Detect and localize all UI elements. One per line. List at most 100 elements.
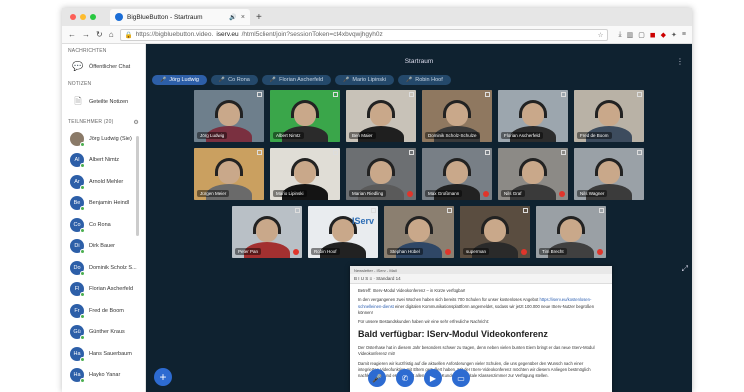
participant-item[interactable]: Do Dominik Scholz S...	[62, 257, 145, 279]
webcam-tile[interactable]: Marian Riedling	[346, 148, 416, 200]
online-status-icon	[80, 378, 85, 384]
webcam-tile[interactable]: Ben Maier	[346, 90, 416, 142]
library-icon[interactable]: ▥	[627, 31, 634, 39]
talking-chip[interactable]: 🎤 Mario Lipinski	[335, 75, 394, 85]
reload-icon[interactable]: ↻	[96, 30, 103, 39]
participant-item[interactable]: Fl Florian Ascherfeld	[62, 279, 145, 301]
fullscreen-tile-icon[interactable]	[523, 208, 528, 213]
microphone-button[interactable]: 🎤	[368, 369, 386, 387]
webcam-tile[interactable]: superman	[460, 206, 530, 258]
extension-red-icon[interactable]: ◆	[661, 31, 666, 39]
fullscreen-tile-icon[interactable]	[409, 150, 414, 155]
avatar-initials: Al	[74, 157, 80, 164]
fullscreen-tile-icon[interactable]	[257, 92, 262, 97]
webcam-tile[interactable]: Nils Graf	[498, 148, 568, 200]
speaker-icon[interactable]: 🔊	[229, 14, 236, 21]
participant-name: Florian Ascherfeld	[89, 286, 134, 293]
minimize-window-button[interactable]	[80, 14, 86, 20]
webcam-tile[interactable]: Peter Pan	[232, 206, 302, 258]
extension-puzzle-icon[interactable]: ✦	[671, 31, 677, 39]
fullscreen-tile-icon[interactable]	[333, 150, 338, 155]
talking-chip[interactable]: 🎤 Co Rona	[210, 75, 258, 85]
forward-icon[interactable]: →	[82, 30, 90, 39]
participant-name: Albert Nimtz	[89, 157, 119, 164]
webcam-button[interactable]: ▶	[424, 369, 442, 387]
home-icon[interactable]: ⌂	[109, 30, 114, 39]
talking-chip[interactable]: 🎤 Robin Hoof	[397, 75, 451, 85]
shared-notes-item[interactable]: 🗎 Geteilte Notizen	[62, 89, 145, 115]
webcam-tile[interactable]: Albert Nimtz	[270, 90, 340, 142]
fullscreen-tile-icon[interactable]	[561, 150, 566, 155]
fullscreen-tile-icon[interactable]	[371, 208, 376, 213]
participant-item[interactable]: Be Benjamin Heindl	[62, 193, 145, 215]
webcam-tile[interactable]: Stephan Hübel	[384, 206, 454, 258]
microphone-icon: 🎤	[343, 77, 350, 83]
fullscreen-tile-icon[interactable]	[409, 92, 414, 97]
download-icon[interactable]: ⤓	[618, 31, 621, 39]
close-tab-icon[interactable]: ×	[241, 14, 245, 21]
tab-bigbluebutton[interactable]: BigBlueButton - Startraum 🔊 ×	[110, 9, 250, 25]
fullscreen-tile-icon[interactable]	[257, 150, 262, 155]
participant-item[interactable]: Jörg Ludwig (Sie)	[62, 128, 145, 150]
fullscreen-tile-icon[interactable]	[561, 92, 566, 97]
participant-item[interactable]: Ha Hans Sauerbaum	[62, 343, 145, 365]
fullscreen-tile-icon[interactable]	[637, 92, 642, 97]
fullscreen-tile-icon[interactable]	[333, 92, 338, 97]
webcam-tile[interactable]: Max Großmann	[422, 148, 492, 200]
participant-item[interactable]: Gü Günther Kraus	[62, 322, 145, 344]
participant-name: Dominik Scholz S...	[89, 264, 137, 271]
fullscreen-tile-icon[interactable]	[599, 208, 604, 213]
participant-item[interactable]: Ar Arnold Mehler	[62, 171, 145, 193]
screenshare-button[interactable]: ▭	[452, 369, 470, 387]
webcam-tile[interactable]: IServ Robin Hoof	[308, 206, 378, 258]
webcam-tile[interactable]: Tim Brecht	[536, 206, 606, 258]
fullscreen-tile-icon[interactable]	[295, 208, 300, 213]
more-options-icon[interactable]: ⋮	[676, 57, 684, 66]
webcam-tile[interactable]: Dominik Scholz-Schulze	[422, 90, 492, 142]
webcam-name-label: Nils Wagner	[577, 190, 608, 197]
talking-chip[interactable]: 🎤 Jörg Ludwig	[152, 75, 207, 85]
new-tab-button[interactable]: +	[256, 12, 262, 23]
fullscreen-icon[interactable]: ⤢	[682, 264, 688, 274]
close-window-button[interactable]	[70, 14, 76, 20]
fullscreen-tile-icon[interactable]	[485, 150, 490, 155]
mail-intro-block: In den vergangenen zwei Wochen haben sic…	[358, 297, 604, 316]
maximize-window-button[interactable]	[90, 14, 96, 20]
participant-name: Dirk Bauer	[89, 243, 115, 250]
participant-item[interactable]: Ha Hayko Yanar	[62, 365, 145, 387]
participant-item[interactable]: Fr Fred de Boom	[62, 300, 145, 322]
webcam-name-label: Tim Brecht	[539, 248, 567, 255]
webcam-name-label: Florian Ascherfeld	[501, 132, 544, 139]
screenshare-toolbar: B I U S ≡ · Standard 14	[350, 274, 612, 284]
avatar-initials: Fr	[74, 307, 80, 314]
bookmark-star-icon[interactable]: ☆	[598, 31, 604, 39]
avatar-initials: Fl	[74, 286, 80, 293]
back-icon[interactable]: ←	[68, 30, 76, 39]
webcam-tile[interactable]: Jürgen Meier	[194, 148, 264, 200]
online-status-icon	[80, 249, 85, 255]
avatar-initials: Gü	[73, 329, 81, 336]
menu-icon[interactable]: ≡	[682, 31, 686, 39]
settings-gear-icon[interactable]: ⚙	[133, 119, 139, 126]
fullscreen-tile-icon[interactable]	[447, 208, 452, 213]
participant-item[interactable]: Di Dirk Bauer	[62, 236, 145, 258]
participant-item[interactable]: Co Co Rona	[62, 214, 145, 236]
url-bar[interactable]: 🔒 https://bigbluebutton.video. iserv.eu/h…	[119, 28, 609, 41]
participants-scrollbar[interactable]	[136, 136, 139, 236]
extension-icon[interactable]: ◼	[650, 31, 656, 39]
webcam-tile[interactable]: Florian Ascherfeld	[498, 90, 568, 142]
webcam-tile[interactable]: Mario Lipinski	[270, 148, 340, 200]
fullscreen-tile-icon[interactable]	[637, 150, 642, 155]
online-status-icon	[80, 206, 85, 212]
public-chat-label: Öffentlicher Chat	[89, 63, 131, 70]
public-chat-item[interactable]: 💬 Öffentlicher Chat	[62, 56, 145, 77]
phone-button[interactable]: ✆	[396, 369, 414, 387]
webcam-tile[interactable]: Nils Wagner	[574, 148, 644, 200]
webcam-tile[interactable]: Fred de Boom	[574, 90, 644, 142]
webcam-tile[interactable]: Jörg Ludwig	[194, 90, 264, 142]
sidebar-toggle-icon[interactable]: ▢	[638, 31, 645, 39]
fullscreen-tile-icon[interactable]	[485, 92, 490, 97]
online-status-icon	[80, 163, 85, 169]
participant-item[interactable]: Al Albert Nimtz	[62, 150, 145, 172]
talking-chip[interactable]: 🎤 Florian Ascherfeld	[261, 75, 332, 85]
